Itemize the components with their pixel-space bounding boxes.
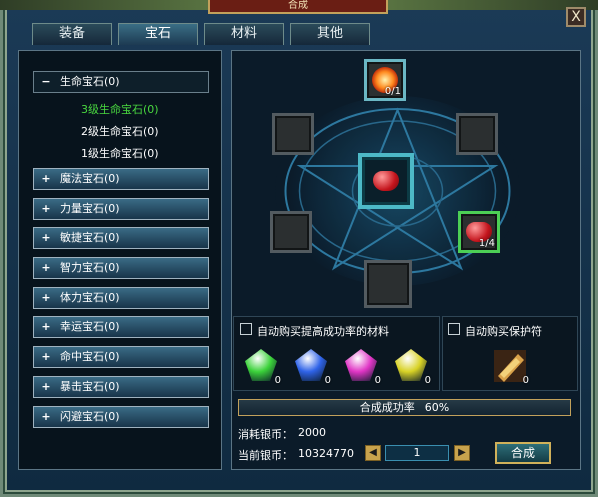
close-icon: X — [571, 9, 581, 25]
material-count: 0 — [424, 375, 431, 386]
quantity-input[interactable]: 1 — [385, 445, 449, 461]
subcategory-life-gem-2[interactable]: 2级生命宝石(0) — [81, 123, 159, 139]
tab-other[interactable]: 其他 — [290, 23, 370, 45]
success-rate-value: 60% — [424, 401, 450, 414]
slot-count: 0/1 — [384, 86, 401, 97]
category-label: 命中宝石(0) — [60, 350, 120, 363]
current-silver-label: 当前银币： — [238, 449, 293, 462]
window-titlebar: 合成 — [208, 0, 388, 14]
purple-crystal-icon — [345, 349, 377, 381]
category-label: 幸运宝石(0) — [60, 320, 120, 333]
category-crit-gem[interactable]: + 暴击宝石(0) — [33, 376, 209, 398]
category-label: 体力宝石(0) — [60, 291, 120, 304]
current-silver-value: 10324770 — [298, 447, 354, 460]
category-stamina-gem[interactable]: + 体力宝石(0) — [33, 287, 209, 309]
material-slot-top[interactable]: 0/1 — [364, 59, 406, 101]
combine-button[interactable]: 合成 — [495, 442, 551, 464]
protect-scroll-item[interactable]: 0 — [490, 346, 530, 386]
plus-icon: + — [41, 380, 51, 393]
consume-silver-value: 2000 — [298, 426, 326, 439]
category-life-gem[interactable]: − 生命宝石(0) — [33, 71, 209, 93]
close-button[interactable]: X — [566, 7, 586, 27]
green-crystal-icon — [245, 349, 277, 381]
category-strength-gem[interactable]: + 力量宝石(0) — [33, 198, 209, 220]
auto-buy-protect-label: 自动购买保护符 — [465, 325, 542, 338]
material-count: 0 — [274, 375, 281, 386]
plus-icon: + — [41, 231, 51, 244]
yellow-crystal-icon — [395, 349, 427, 381]
material-count: 0 — [324, 375, 331, 386]
category-dodge-gem[interactable]: + 闪避宝石(0) — [33, 406, 209, 428]
slot-count: 1/4 — [478, 238, 495, 249]
plus-icon: + — [41, 202, 51, 215]
blue-crystal-icon — [295, 349, 327, 381]
plus-icon: + — [41, 350, 51, 363]
gem-slot-lower-left[interactable] — [270, 211, 312, 253]
gem-slot-lower-right[interactable]: 1/4 — [458, 211, 500, 253]
success-rate-bar: 合成成功率 60% — [238, 399, 571, 416]
category-agility-gem[interactable]: + 敏捷宝石(0) — [33, 227, 209, 249]
category-tabs: 装备 宝石 材料 其他 — [32, 23, 370, 45]
gem-slot-upper-right[interactable] — [456, 113, 498, 155]
decrease-quantity-button[interactable]: ◀ — [365, 445, 381, 461]
category-label: 闪避宝石(0) — [60, 410, 120, 423]
tab-equipment[interactable]: 装备 — [32, 23, 112, 45]
plus-icon: + — [41, 172, 51, 185]
success-rate-label: 合成成功率 — [359, 401, 415, 414]
category-label: 暴击宝石(0) — [60, 380, 120, 393]
increase-quantity-button[interactable]: ▶ — [454, 445, 470, 461]
tab-gems[interactable]: 宝石 — [118, 23, 198, 45]
category-magic-gem[interactable]: + 魔法宝石(0) — [33, 168, 209, 190]
consume-silver-label: 消耗银币： — [238, 428, 293, 441]
material-blue-crystal[interactable]: 0 — [292, 346, 332, 386]
category-hit-gem[interactable]: + 命中宝石(0) — [33, 346, 209, 368]
category-luck-gem[interactable]: + 幸运宝石(0) — [33, 316, 209, 338]
material-yellow-crystal[interactable]: 0 — [392, 346, 432, 386]
auto-buy-materials-label: 自动购买提高成功率的材料 — [257, 325, 389, 338]
category-label: 生命宝石(0) — [60, 75, 120, 88]
material-purple-crystal[interactable]: 0 — [342, 346, 382, 386]
gem-slot-upper-left[interactable] — [272, 113, 314, 155]
subcategory-life-gem-1[interactable]: 1级生命宝石(0) — [81, 145, 159, 161]
category-label: 力量宝石(0) — [60, 202, 120, 215]
material-count: 0 — [374, 375, 381, 386]
material-green-crystal[interactable]: 0 — [242, 346, 282, 386]
window-title: 合成 — [288, 0, 308, 11]
category-label: 敏捷宝石(0) — [60, 231, 120, 244]
auto-buy-materials-checkbox[interactable] — [240, 323, 252, 335]
plus-icon: + — [41, 320, 51, 333]
gem-category-list: − 生命宝石(0) 3级生命宝石(0) 2级生命宝石(0) 1级生命宝石(0) +… — [18, 50, 222, 470]
category-label: 魔法宝石(0) — [60, 172, 120, 185]
arrow-left-icon: ◀ — [369, 447, 377, 458]
category-label: 智力宝石(0) — [60, 261, 120, 274]
red-gem-icon — [373, 171, 399, 191]
category-intellect-gem[interactable]: + 智力宝石(0) — [33, 257, 209, 279]
plus-icon: + — [41, 410, 51, 423]
arrow-right-icon: ▶ — [458, 447, 466, 458]
gem-slot-bottom[interactable] — [364, 260, 412, 308]
plus-icon: + — [41, 261, 51, 274]
result-slot[interactable] — [358, 153, 414, 209]
auto-buy-protect-checkbox[interactable] — [448, 323, 460, 335]
protect-count: 0 — [522, 375, 529, 386]
subcategory-life-gem-3[interactable]: 3级生命宝石(0) — [81, 101, 159, 117]
plus-icon: + — [41, 291, 51, 304]
tab-materials[interactable]: 材料 — [204, 23, 284, 45]
minus-icon: − — [41, 75, 51, 88]
